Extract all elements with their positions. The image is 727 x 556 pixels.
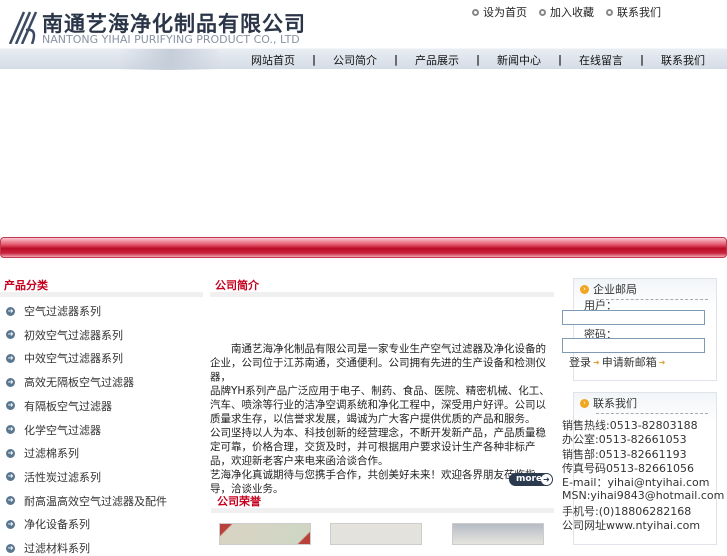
arrow-circle-icon: ➜ — [6, 306, 15, 316]
divider — [210, 292, 554, 297]
category-item[interactable]: ➜ 有隔板空气过滤器 — [6, 398, 112, 414]
nav-separator: | — [311, 53, 317, 66]
nav-news[interactable]: 新闻中心 — [486, 52, 552, 68]
category-item[interactable]: ➜ 过滤材料系列 — [6, 540, 90, 556]
honor-image[interactable] — [219, 523, 311, 545]
nav-separator: | — [639, 53, 645, 66]
top-link-homepage[interactable]: 设为首页 — [472, 4, 527, 20]
nav-home[interactable]: 网站首页 — [240, 52, 306, 68]
arrow-circle-icon: ➜ — [6, 425, 15, 434]
contact-line: 公司网址www.ntyihai.com — [562, 519, 701, 533]
top-link-label: 联系我们 — [617, 6, 661, 19]
user-input[interactable] — [562, 310, 705, 325]
arrow-icon: ➜ — [658, 357, 666, 367]
category-label: 化学空气过滤器 — [24, 423, 101, 437]
arrow-icon: › — [580, 398, 589, 408]
intro-paragraph: 品牌YH系列产品广泛应用于电子、制药、食品、医院、精密机械、化工、汽车、喷涂等行… — [210, 385, 550, 425]
arrow-circle-icon: ➜ — [6, 401, 15, 411]
divider — [211, 508, 554, 513]
divider — [0, 292, 203, 297]
bullet-icon — [539, 8, 546, 16]
divider — [596, 413, 708, 414]
bullet-icon — [606, 8, 613, 16]
top-links: 设为首页 加入收藏 联系我们 — [472, 4, 661, 20]
top-link-label: 加入收藏 — [550, 6, 594, 19]
category-item[interactable]: ➜ 空气过滤器系列 — [6, 303, 101, 319]
category-label: 过滤材料系列 — [24, 542, 90, 555]
category-label: 高效无隔板空气过滤器 — [24, 376, 134, 390]
arrow-right-icon: ➜ — [541, 474, 552, 485]
nav-separator: | — [393, 53, 399, 66]
arrow-circle-icon: ➜ — [6, 448, 15, 458]
arrow-icon: › — [580, 284, 589, 294]
category-label: 空气过滤器系列 — [24, 305, 101, 318]
top-link-contact[interactable]: 联系我们 — [606, 4, 661, 20]
nav-message[interactable]: 在线留言 — [568, 52, 634, 68]
category-item[interactable]: ➜ 活性炭过滤系列 — [6, 469, 101, 485]
nav-separator: | — [475, 53, 481, 66]
arrow-circle-icon: ➜ — [6, 519, 15, 529]
honor-image[interactable] — [330, 523, 422, 545]
login-link[interactable]: 登录 — [569, 354, 591, 370]
intro-paragraph: 南通艺海净化制品有限公司是一家专业生产空气过滤器及净化设备的企业，公司位于江苏南… — [210, 343, 546, 383]
contact-title: 联系我们 — [593, 397, 637, 410]
category-item[interactable]: ➜ 净化设备系列 — [6, 516, 90, 532]
intro-text: 南通艺海净化制品有限公司是一家专业生产空气过滤器及净化设备的企业，公司位于江苏南… — [210, 342, 554, 496]
arrow-circle-icon: ➜ — [6, 330, 15, 340]
main-nav: 网站首页 | 公司简介 | 产品展示 | 新闻中心 | 在线留言 | 联系我们 — [0, 48, 727, 70]
more-button[interactable]: more ➜ — [509, 473, 553, 486]
register-link[interactable]: 申请新邮箱 — [602, 354, 657, 370]
top-link-label: 设为首页 — [483, 6, 527, 19]
banner-bar — [0, 237, 727, 258]
top-link-favorite[interactable]: 加入收藏 — [539, 4, 594, 20]
logo-icon — [8, 11, 38, 44]
category-label: 净化设备系列 — [24, 518, 90, 532]
mail-login-title: 企业邮局 — [593, 283, 637, 296]
intro-title: 公司简介 — [215, 279, 259, 292]
intro-paragraph: 公司坚持以人为本、科技创新的经营理念，不断开发新产品，产品质量稳定可靠，价格合理… — [210, 427, 546, 467]
arrow-icon: ➜ — [593, 357, 600, 367]
password-input[interactable] — [562, 338, 705, 353]
honors-title: 公司荣誉 — [217, 495, 261, 508]
arrow-circle-icon: ➜ — [6, 472, 15, 482]
category-item[interactable]: ➜ 耐高温高效空气过滤器及配件 — [6, 493, 167, 509]
arrow-circle-icon: ➜ — [6, 377, 15, 387]
category-label: 有隔板空气过滤器 — [24, 399, 112, 413]
contact-line: MSN:yihai9843@hotmail.com — [562, 488, 725, 502]
category-item[interactable]: ➜ 初效空气过滤器系列 — [6, 327, 123, 343]
category-label: 中效空气过滤器系列 — [24, 352, 123, 366]
nav-separator: | — [557, 53, 563, 66]
nav-contact[interactable]: 联系我们 — [650, 52, 716, 68]
company-name-en: NANTONG YIHAI PURIFYING PRODUCT CO., LTD — [42, 33, 300, 46]
category-label: 活性炭过滤系列 — [24, 470, 101, 484]
honor-image[interactable] — [452, 523, 544, 545]
arrow-circle-icon: ➜ — [6, 496, 15, 506]
category-label: 初效空气过滤器系列 — [24, 328, 123, 342]
intro-paragraph: 艺海净化真诚期待与您携手合作，共创美好未来！欢迎各界朋友莅临指导，洽谈业务。 — [210, 469, 536, 495]
categories-title: 产品分类 — [4, 279, 48, 292]
category-item[interactable]: ➜ 过滤棉系列 — [6, 445, 79, 461]
more-label: more — [516, 474, 543, 484]
bullet-icon — [472, 8, 479, 16]
category-item[interactable]: ➜ 高效无隔板空气过滤器 — [6, 374, 134, 390]
category-label: 过滤棉系列 — [24, 447, 79, 461]
category-item[interactable]: ➜ 中效空气过滤器系列 — [6, 350, 123, 366]
category-item[interactable]: ➜ 化学空气过滤器 — [6, 422, 101, 438]
nav-about[interactable]: 公司简介 — [322, 52, 388, 68]
arrow-circle-icon: ➜ — [6, 353, 15, 363]
category-label: 耐高温高效空气过滤器及配件 — [24, 494, 167, 508]
nav-products[interactable]: 产品展示 — [404, 52, 470, 68]
